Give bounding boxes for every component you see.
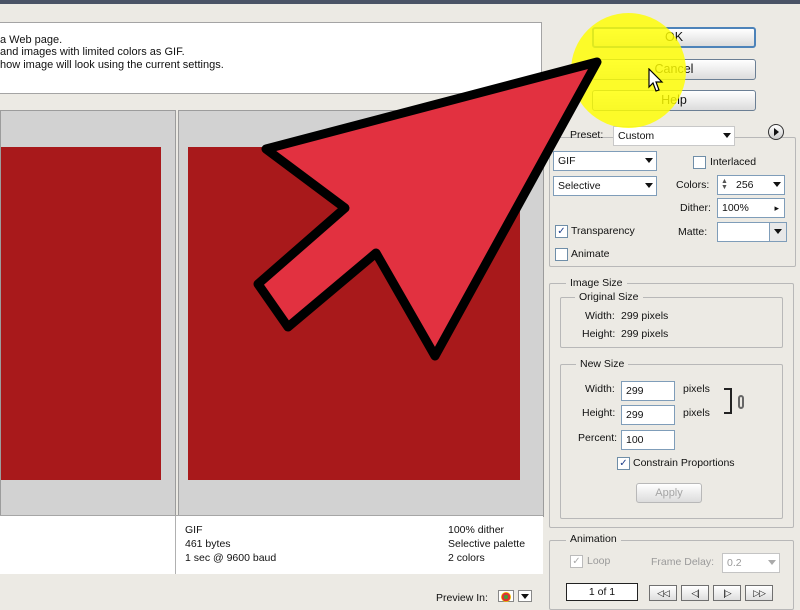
- red-arrow-annotation-icon: [253, 57, 602, 361]
